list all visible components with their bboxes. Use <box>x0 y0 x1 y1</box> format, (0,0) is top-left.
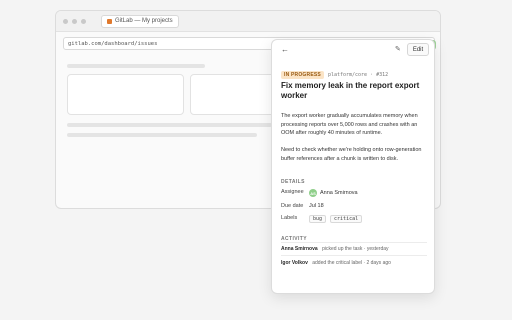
favicon-icon <box>107 18 112 24</box>
activity-item: Anna Smirnova picked up the task · yeste… <box>281 246 431 252</box>
divider <box>281 242 427 243</box>
pencil-icon[interactable]: ✎ <box>395 45 401 53</box>
assignee-value[interactable]: AS Anna Smirnova <box>309 189 358 197</box>
skeleton-line <box>67 64 205 68</box>
assignee-name: Anna Smirnova <box>320 190 358 196</box>
activity-text: picked up the task · yesterday <box>322 246 389 252</box>
window-control-dot[interactable] <box>81 18 86 24</box>
label-chip-bug[interactable]: bug <box>309 215 327 223</box>
label-chip-critical[interactable]: critical <box>330 215 363 223</box>
skeleton-line <box>67 133 257 137</box>
issue-description: Need to check whether we're holding onto… <box>281 147 422 162</box>
issue-description: The export worker gradually accumulates … <box>281 113 418 136</box>
skeleton-line <box>67 123 272 127</box>
avatar: AS <box>309 189 317 197</box>
divider <box>281 255 427 256</box>
labels-list: bug critical <box>309 215 366 223</box>
drawer-header: ← ✎ Edit <box>272 40 434 60</box>
activity-user: Anna Smirnova <box>281 246 318 252</box>
edit-button[interactable]: Edit <box>407 43 429 56</box>
issue-drawer: ← ✎ Edit IN PROGRESS platform/core · #31… <box>271 39 435 294</box>
skeleton-card <box>190 74 280 115</box>
tab-title: GitLab — My projects <box>115 18 173 24</box>
window-control-dot[interactable] <box>63 18 68 24</box>
browser-titlebar: GitLab — My projects <box>56 11 440 32</box>
activity-user: Igor Volkov <box>281 260 308 266</box>
assignee-label: Assignee <box>281 189 304 195</box>
back-arrow-icon[interactable]: ← <box>281 45 289 54</box>
issue-meta: platform/core · #312 <box>327 71 389 78</box>
issue-title: Fix memory leak in the report export wor… <box>281 81 420 100</box>
window-control-dot[interactable] <box>72 18 77 24</box>
skeleton-card <box>67 74 184 115</box>
browser-tab[interactable]: GitLab — My projects <box>101 14 179 28</box>
activity-item: Igor Volkov added the critical label · 2… <box>281 260 431 266</box>
due-date-value[interactable]: Jul 18 <box>309 203 324 209</box>
url-text: gitlab.com/dashboard/issues <box>68 40 158 47</box>
labels-label: Labels <box>281 215 298 221</box>
status-badge: IN PROGRESS <box>281 70 324 79</box>
details-heading: DETAILS <box>281 179 305 185</box>
due-date-label: Due date <box>281 203 304 209</box>
status-row: IN PROGRESS platform/core · #312 <box>281 70 388 79</box>
activity-text: added the critical label · 2 days ago <box>312 260 391 266</box>
